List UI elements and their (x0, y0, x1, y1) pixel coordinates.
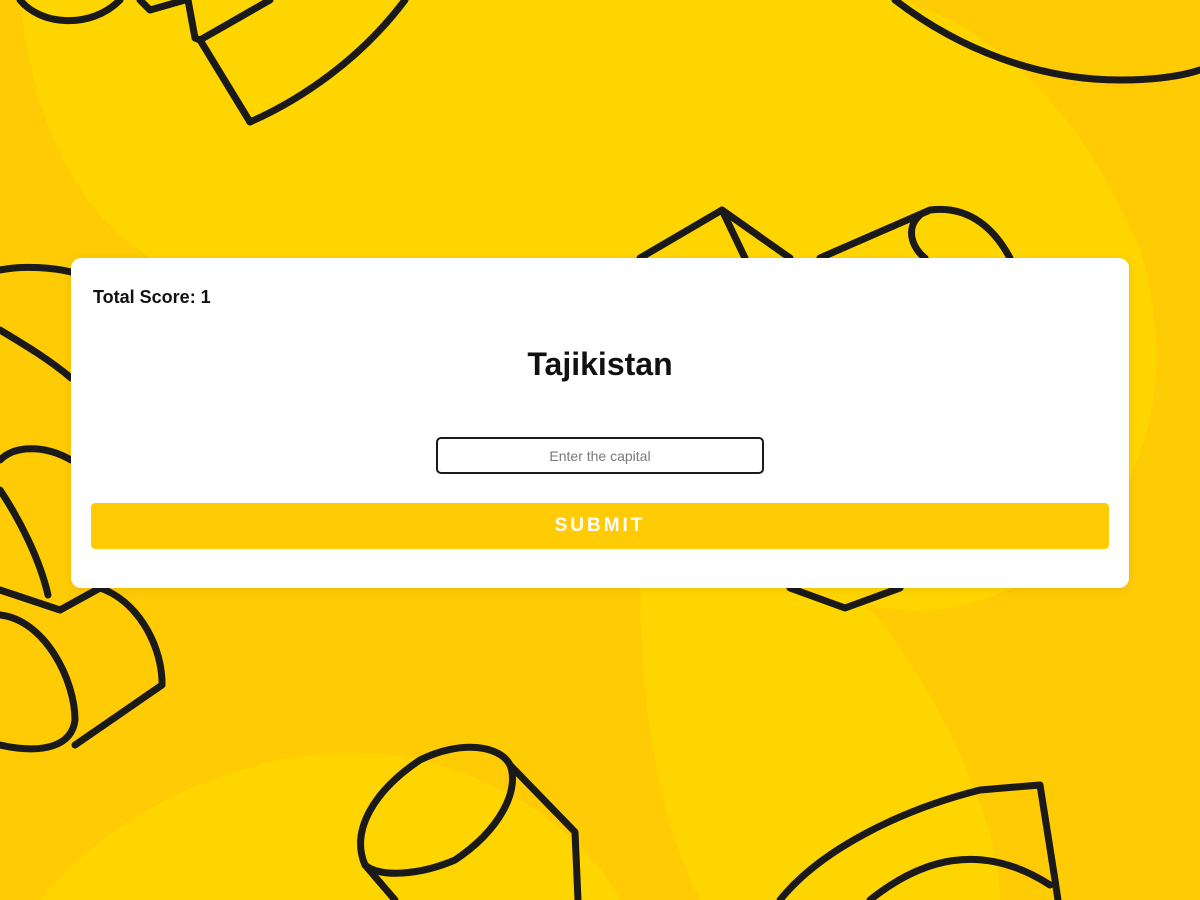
outline-shape (0, 611, 79, 753)
outline-shape (0, 445, 75, 464)
outline-shape (56, 584, 104, 614)
total-score: Total Score: 1 (93, 287, 211, 307)
outline-shape (0, 486, 52, 599)
outline-shape (0, 263, 75, 276)
country-title: Tajikistan (527, 346, 673, 382)
submit-button[interactable]: SUBMIT (91, 503, 1109, 549)
outline-shape (71, 584, 166, 749)
quiz-card: Total Score: 1 Tajikistan SUBMIT (71, 258, 1129, 588)
background-blob (40, 752, 620, 900)
outline-shape (0, 326, 75, 382)
capital-input[interactable] (436, 437, 764, 474)
